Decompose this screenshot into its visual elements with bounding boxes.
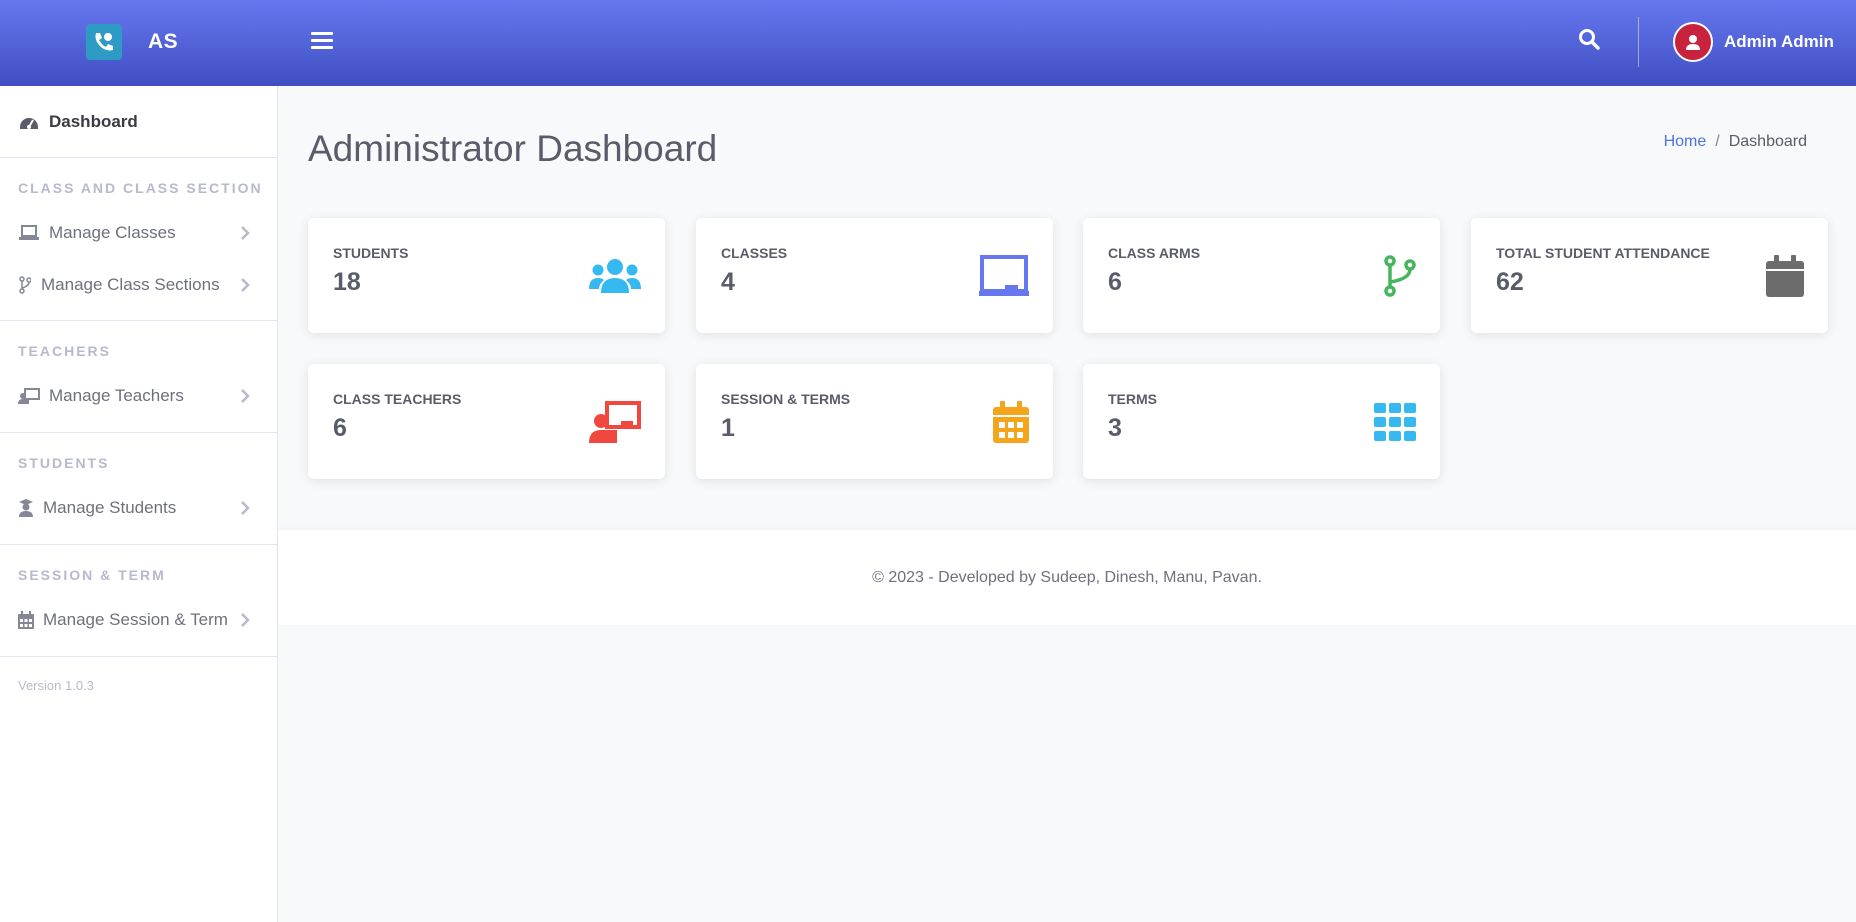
code-branch-icon <box>18 274 32 296</box>
footer: © 2023 - Developed by Sudeep, Dinesh, Ma… <box>278 530 1856 625</box>
sidebar-item-label: Dashboard <box>49 112 138 131</box>
laptop-icon <box>18 222 40 244</box>
sidebar-item-label: Manage Classes <box>49 223 176 242</box>
breadcrumb: Home / Dashboard <box>1664 133 1807 151</box>
brand-logo-icon <box>86 24 122 60</box>
user-name: Admin Admin <box>1724 32 1834 51</box>
card-value: 6 <box>1108 268 1122 296</box>
card-label: CLASS ARMS <box>1108 245 1201 261</box>
stat-card-students[interactable]: STUDENTS 18 <box>308 218 665 333</box>
page-title: Administrator Dashboard <box>308 128 718 169</box>
version-text: Version 1.0.3 <box>18 678 94 693</box>
stat-card-class-arms[interactable]: CLASS ARMS 6 <box>1083 218 1440 333</box>
users-icon <box>589 253 641 299</box>
sidebar-heading-class: CLASS AND CLASS SECTION <box>18 180 263 196</box>
sidebar-heading-teachers: TEACHERS <box>18 343 112 359</box>
calendar-alt-icon <box>977 399 1029 445</box>
sidebar-divider <box>0 544 278 545</box>
sidebar-item-label: Manage Session & Term <box>43 610 228 629</box>
chalkboard-teacher-icon <box>589 399 641 445</box>
user-avatar-icon <box>1673 22 1713 62</box>
stat-card-total-attendance[interactable]: TOTAL STUDENT ATTENDANCE 62 <box>1471 218 1828 333</box>
calendar-icon <box>1752 253 1804 299</box>
stat-card-class-teachers[interactable]: CLASS TEACHERS 6 <box>308 364 665 479</box>
th-icon <box>1364 399 1416 445</box>
sidebar-item-manage-students[interactable]: Manage Students <box>0 488 278 528</box>
chevron-right-icon <box>241 278 250 292</box>
sidebar-toggle-bars-icon[interactable] <box>311 28 333 54</box>
topbar-divider <box>1638 17 1639 67</box>
card-label: TOTAL STUDENT ATTENDANCE <box>1496 245 1710 261</box>
card-value: 18 <box>333 268 361 296</box>
card-value: 1 <box>721 414 735 442</box>
tachometer-icon <box>18 111 40 133</box>
breadcrumb-current: Dashboard <box>1728 133 1807 150</box>
card-value: 62 <box>1496 268 1524 296</box>
card-label: SESSION & TERMS <box>721 391 851 407</box>
breadcrumb-separator: / <box>1715 133 1720 150</box>
card-label: STUDENTS <box>333 245 409 261</box>
footer-text: © 2023 - Developed by Sudeep, Dinesh, Ma… <box>872 568 1262 586</box>
card-value: 6 <box>333 414 347 442</box>
user-graduate-icon <box>18 497 34 519</box>
chevron-right-icon <box>241 501 250 515</box>
sidebar-item-label: Manage Students <box>43 498 177 517</box>
stat-card-classes[interactable]: CLASSES 4 <box>696 218 1053 333</box>
sidebar-item-manage-class-sections[interactable]: Manage Class Sections <box>0 265 278 305</box>
stat-card-session-terms[interactable]: SESSION & TERMS 1 <box>696 364 1053 479</box>
search-icon[interactable] <box>1578 28 1604 54</box>
sidebar: Dashboard CLASS AND CLASS SECTION Manage… <box>0 86 278 922</box>
card-label: CLASSES <box>721 245 788 261</box>
sidebar-item-manage-session-term[interactable]: Manage Session & Term <box>0 600 278 640</box>
sidebar-heading-session-term: SESSION & TERM <box>18 567 166 583</box>
chevron-right-icon <box>241 389 250 403</box>
brand[interactable]: AS <box>86 24 178 60</box>
user-menu[interactable]: Admin Admin <box>1673 22 1834 62</box>
chalkboard-teacher-icon <box>18 385 40 407</box>
calendar-icon <box>18 609 34 631</box>
top-navbar: AS Admin Admin <box>0 0 1856 86</box>
stat-card-terms[interactable]: TERMS 3 <box>1083 364 1440 479</box>
card-value: 3 <box>1108 414 1122 442</box>
sidebar-item-label: Manage Class Sections <box>41 275 220 294</box>
chevron-right-icon <box>241 613 250 627</box>
card-label: CLASS TEACHERS <box>333 391 462 407</box>
code-branch-icon <box>1364 253 1416 299</box>
sidebar-item-manage-classes[interactable]: Manage Classes <box>0 213 278 253</box>
sidebar-item-manage-teachers[interactable]: Manage Teachers <box>0 376 278 416</box>
sidebar-heading-students: STUDENTS <box>18 455 110 471</box>
sidebar-divider <box>0 320 278 321</box>
breadcrumb-home-link[interactable]: Home <box>1664 133 1707 151</box>
chevron-right-icon <box>241 226 250 240</box>
chalkboard-icon <box>977 253 1029 299</box>
sidebar-divider <box>0 157 278 158</box>
card-label: TERMS <box>1108 391 1157 407</box>
card-value: 4 <box>721 268 735 296</box>
sidebar-divider <box>0 432 278 433</box>
sidebar-item-dashboard[interactable]: Dashboard <box>0 102 278 142</box>
sidebar-item-label: Manage Teachers <box>49 386 184 405</box>
brand-text: AS <box>148 30 179 53</box>
sidebar-divider <box>0 656 278 657</box>
